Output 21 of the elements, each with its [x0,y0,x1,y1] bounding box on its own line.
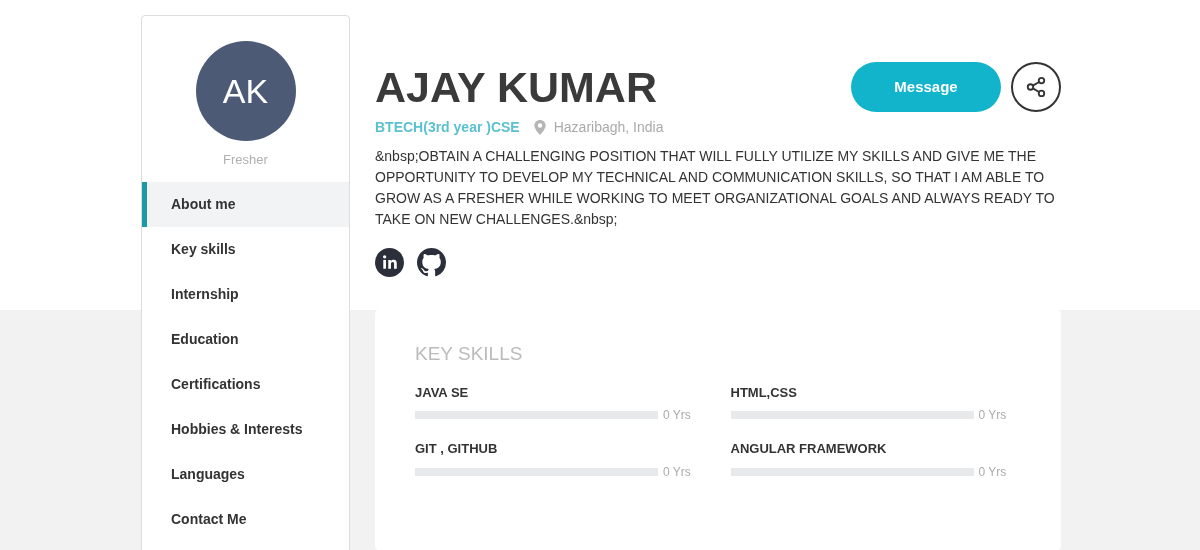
skill-name: JAVA SE [415,383,470,402]
share-icon [1025,76,1047,98]
role-label: Fresher [223,151,268,169]
summary-text: &nbsp;OBTAIN A CHALLENGING POSITION THAT WILL FULLY UTILIZE MY SKILLS AND GIVE ME THE OPPORTUNITY TO DEVELOP MY TECHNICAL AND COMMUNICATION SKILLS, SO THAT I AM ABLE TO GROW AS A FRESHER WHILE WORKING TO MEET ORGANIZATIONAL GOALS AND ALWAYS READY TO TAKE ON NEW CHALLENGES.&nbsp; [375,147,1055,229]
skill-name: GIT , GITHUB [415,440,499,458]
skill-years: 0 Yrs [663,407,691,424]
skill-name: ANGULAR FRAMEWORK [730,440,888,458]
sidebar-item[interactable]: About me [142,181,349,227]
location-text: Hazaribagh, India [553,118,664,137]
skill-years: 0 Yrs [978,463,1007,481]
skill-name: HTML,CSS [730,383,798,402]
github-icon[interactable] [417,248,446,277]
skill-years: 0 Yrs [663,463,691,481]
location-pin-icon [533,120,546,135]
linkedin-icon[interactable] [375,248,404,277]
share-button[interactable] [1011,62,1061,112]
section-title: KEY SKILLS [415,343,523,364]
skill-years: 0 Yrs [978,407,1007,424]
avatar: AK [195,41,296,141]
profile-name: AJAY KUMAR [375,62,657,112]
degree-text: BTECH(3rd year )CSE [375,118,520,137]
